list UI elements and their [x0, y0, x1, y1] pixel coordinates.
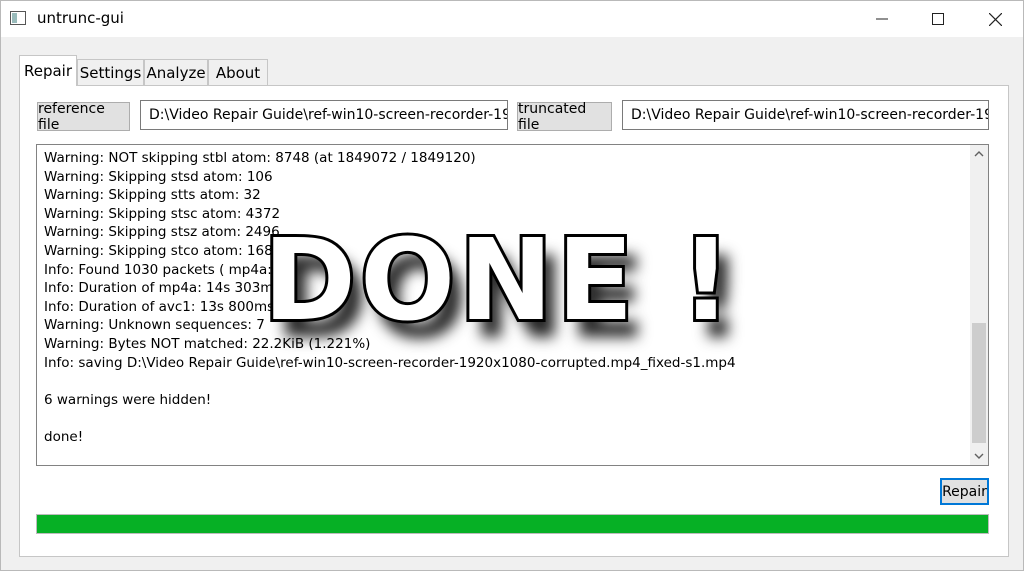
minimize-button[interactable] [859, 1, 905, 37]
chevron-down-icon [974, 453, 984, 459]
log-scrollbar[interactable] [970, 145, 988, 465]
scroll-thumb[interactable] [972, 323, 986, 443]
progress-bar [36, 514, 989, 534]
reference-path-field[interactable]: D:\Video Repair Guide\ref-win10-screen-r… [140, 100, 508, 130]
tab-about[interactable]: About [208, 59, 268, 85]
tab-analyze[interactable]: Analyze [144, 59, 208, 85]
title-bar: untrunc-gui [1, 1, 1023, 37]
reference-file-button[interactable]: reference file [37, 101, 130, 133]
window-title: untrunc-gui [37, 9, 124, 27]
maximize-button[interactable] [915, 1, 961, 37]
tab-repair[interactable]: Repair [19, 55, 77, 86]
log-line: done! [44, 428, 84, 445]
app-icon [10, 11, 26, 25]
scroll-down-button[interactable] [970, 447, 988, 465]
log-line: Warning: NOT skipping stbl atom: 8748 (a… [44, 150, 476, 166]
minimize-icon [876, 18, 888, 20]
app-window: untrunc-gui Repair Settings Analyze Abou… [0, 0, 1024, 571]
close-button[interactable] [972, 1, 1018, 37]
progress-fill [37, 515, 988, 533]
done-overlay: DONE ! [260, 213, 736, 349]
log-line: Info: saving D:\Video Repair Guide\ref-w… [44, 354, 736, 371]
repair-button[interactable]: Repair [940, 478, 989, 505]
scroll-up-button[interactable] [970, 145, 988, 163]
log-line: Warning: Skipping stsd atom: 106 [44, 168, 273, 185]
truncated-path-field[interactable]: D:\Video Repair Guide\ref-win10-screen-r… [622, 100, 989, 130]
tab-settings[interactable]: Settings [77, 59, 144, 85]
maximize-icon [932, 13, 944, 25]
truncated-file-button[interactable]: truncated file [517, 101, 612, 133]
log-line: 6 warnings were hidden! [44, 391, 212, 408]
log-line: Warning: Skipping stts atom: 32 [44, 187, 261, 204]
chevron-up-icon [974, 151, 984, 157]
close-icon [988, 12, 1002, 26]
